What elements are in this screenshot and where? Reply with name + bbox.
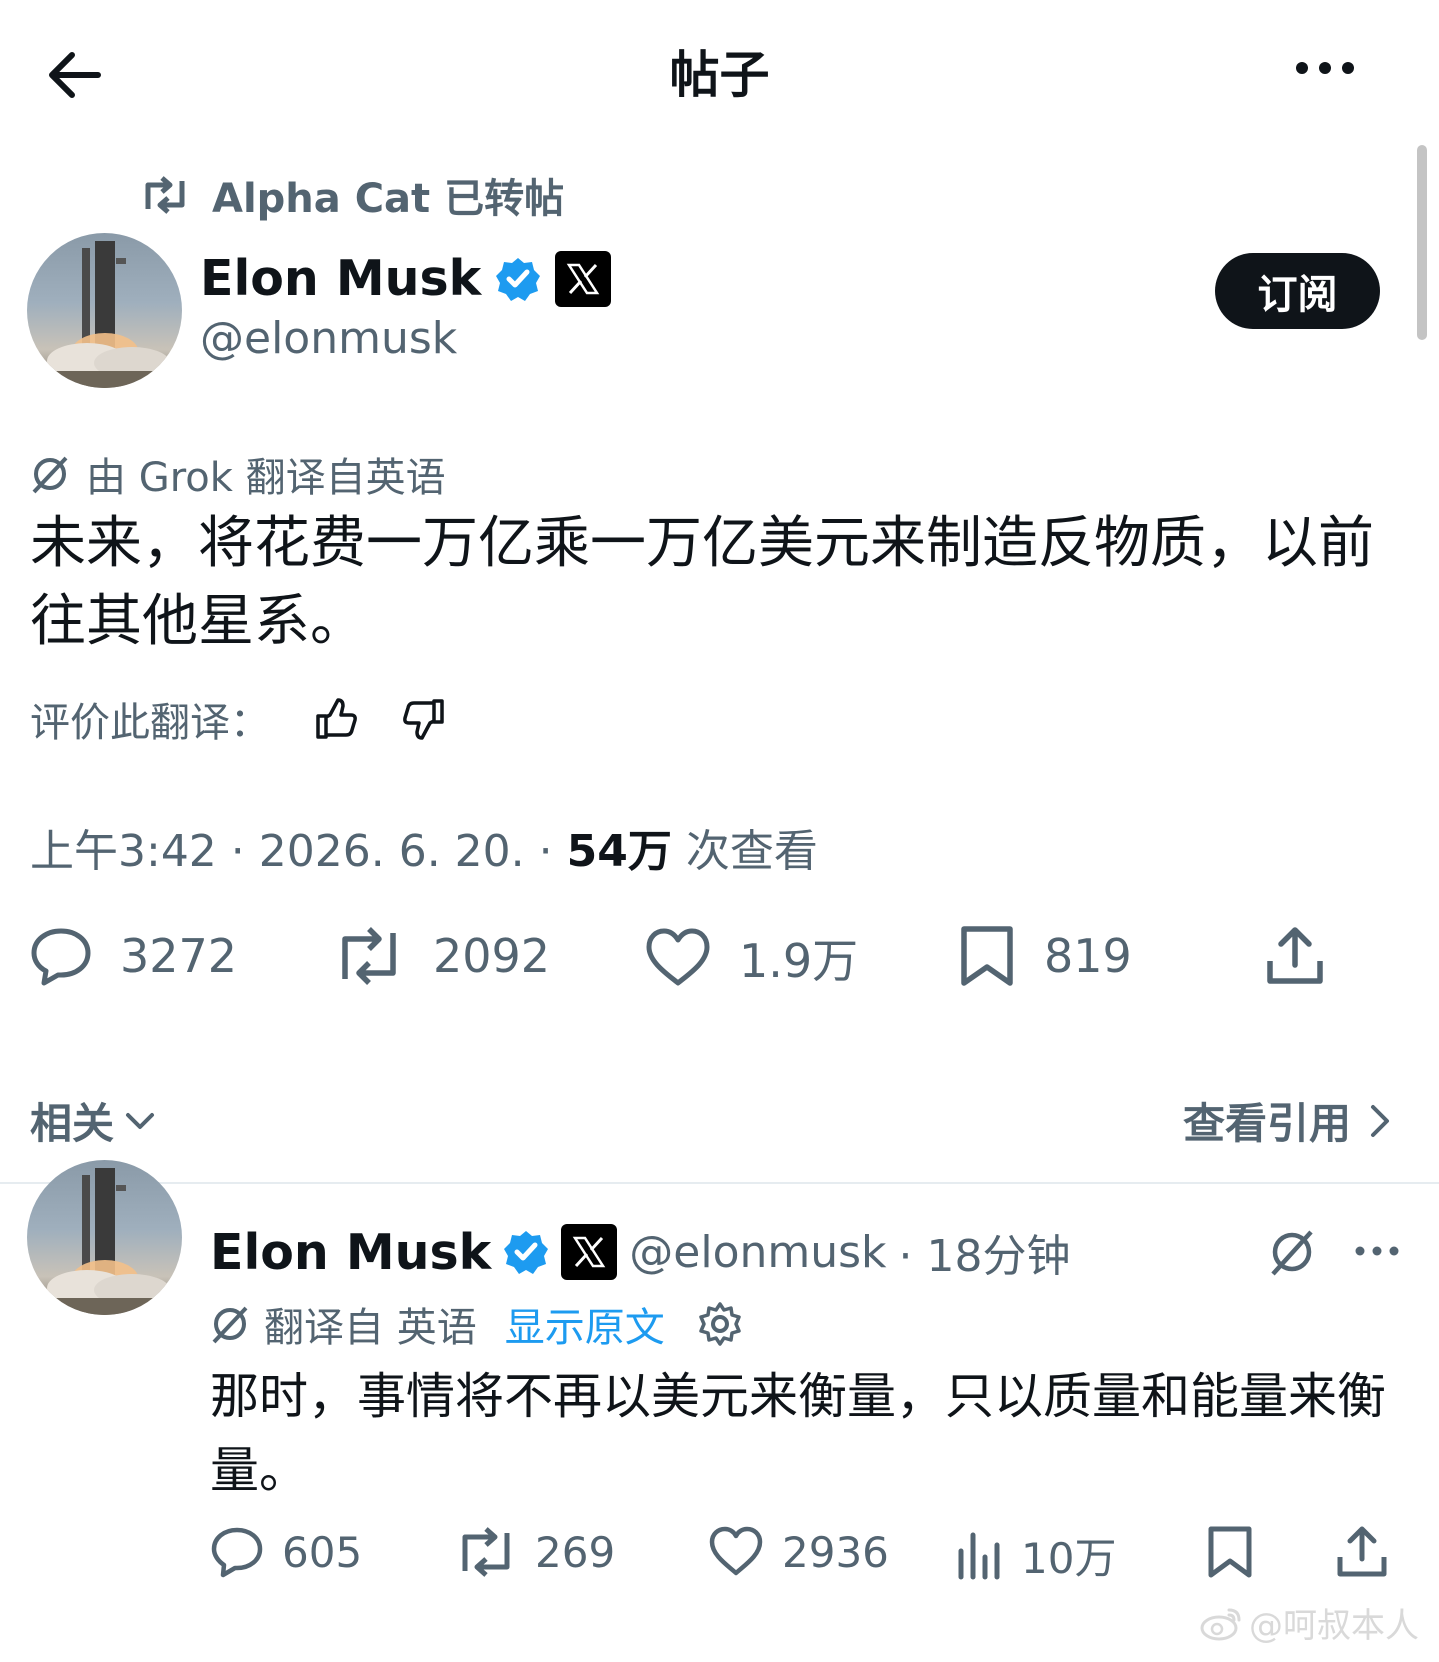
bar-chart-icon [955,1529,1003,1583]
reply-icon [210,1525,264,1579]
post-meta: 上午3:42 · 2026. 6. 20. · 54万 次查看 [30,815,818,879]
reply-views-count: 10万 [1021,1534,1117,1583]
bookmark-button[interactable]: 819 [958,925,1132,987]
reply-text: 那时，事情将不再以美元来衡量，只以质量和能量来衡量。 [210,1368,1387,1499]
bookmark-icon [958,925,1016,987]
reply-reply-count: 605 [282,1527,363,1577]
reply-time[interactable]: · 18分钟 [899,1220,1071,1284]
watermark: @呵叔本人 [1199,1598,1419,1647]
post-text: 未来，将花费一万亿乘一万亿美元来制造反物质，以前往其他星系。 [30,511,1374,654]
like-count: 1.9万 [739,934,859,988]
repost-label: Alpha Cat 已转帖 [212,176,565,222]
chevron-right-icon [1365,1101,1395,1141]
watermark-text: @呵叔本人 [1249,1606,1419,1646]
share-icon [1264,925,1326,987]
post-timestamp[interactable]: 上午3:42 · 2026. 6. 20. · [30,826,567,877]
translation-note-text: 由 Grok 翻译自英语 [86,455,446,501]
reply-author-name[interactable]: Elon Musk [210,1224,491,1281]
rocket-launch-icon [27,1168,182,1315]
view-quotes-link[interactable]: 查看引用 [1183,1090,1395,1151]
x-logo-icon [555,250,612,307]
view-quotes-label: 查看引用 [1182,1099,1351,1148]
bookmark-count: 819 [1044,929,1132,983]
grok-icon [210,1304,250,1344]
repost-icon [455,1525,517,1579]
reply-count: 3272 [120,929,238,983]
reply-views-button[interactable]: 10万 [955,1525,1116,1586]
repost-icon [333,925,405,987]
reply-like-count: 2936 [782,1527,889,1577]
more-options-icon[interactable] [1290,50,1360,100]
reply-repost-button[interactable]: 269 [455,1525,615,1579]
author-handle[interactable]: @elonmusk [200,313,457,364]
share-button[interactable] [1264,925,1326,987]
avatar[interactable] [27,233,182,388]
repost-indicator[interactable]: Alpha Cat 已转帖 [140,165,564,225]
gear-icon[interactable] [697,1301,743,1347]
related-dropdown[interactable]: 相关 [30,1090,158,1151]
verified-badge-icon [503,1229,549,1275]
heart-icon [708,1525,764,1579]
translation-note: 由 Grok 翻译自英语 [30,445,446,503]
author-name[interactable]: Elon Musk [200,250,481,307]
repost-button[interactable]: 2092 [333,925,550,987]
rate-translation-row: 评价此翻译： [30,690,446,748]
reply-icon [30,925,92,987]
reply-repost-count: 269 [535,1527,616,1577]
reply-author-row[interactable]: Elon Musk @elonmusk · 18分钟 [210,1220,1071,1284]
page-title: 帖子 [669,46,770,104]
repost-count: 2092 [433,929,551,983]
subscribe-button[interactable]: 订阅 [1215,253,1380,329]
reply-bookmark-button[interactable] [1205,1525,1255,1579]
reply-avatar[interactable] [27,1160,182,1315]
heart-icon [645,927,711,989]
reply-button[interactable]: 3272 [30,925,237,987]
thumbs-down-icon[interactable] [402,697,446,741]
reply-reply-button[interactable]: 605 [210,1525,362,1579]
grok-icon[interactable] [1268,1228,1316,1276]
bookmark-icon [1205,1525,1255,1579]
reply-more-icon[interactable] [1352,1238,1402,1264]
like-button[interactable]: 1.9万 [645,925,858,991]
section-divider [0,1182,1439,1184]
views-label: 次查看 [671,826,818,877]
verified-badge-icon [495,256,541,302]
rocket-launch-icon [27,241,182,388]
grok-icon [30,454,70,494]
rate-label: 评价此翻译： [30,700,270,746]
post-author-row[interactable]: Elon Musk [200,250,612,307]
related-label: 相关 [30,1099,115,1148]
chevron-down-icon [122,1103,158,1139]
weibo-logo-icon [1199,1604,1243,1642]
translated-from-label: 翻译自 英语 [264,1305,477,1351]
repost-icon [140,175,190,215]
share-icon [1335,1525,1389,1579]
reply-author-handle[interactable]: @elonmusk [629,1227,886,1278]
show-original-link[interactable]: 显示原文 [505,1295,665,1353]
x-logo-icon [561,1224,618,1280]
reply-share-button[interactable] [1335,1525,1389,1579]
thumbs-up-icon[interactable] [314,697,358,741]
reply-translation-row: 翻译自 英语 显示原文 [210,1295,743,1353]
views-count: 54万 [566,826,672,877]
post-actions: 3272 2092 1.9万 819 [0,925,1439,1000]
reply-like-button[interactable]: 2936 [708,1525,889,1579]
reply-actions: 605 269 2936 10万 [0,1525,1439,1595]
scrollbar[interactable] [1417,145,1427,340]
